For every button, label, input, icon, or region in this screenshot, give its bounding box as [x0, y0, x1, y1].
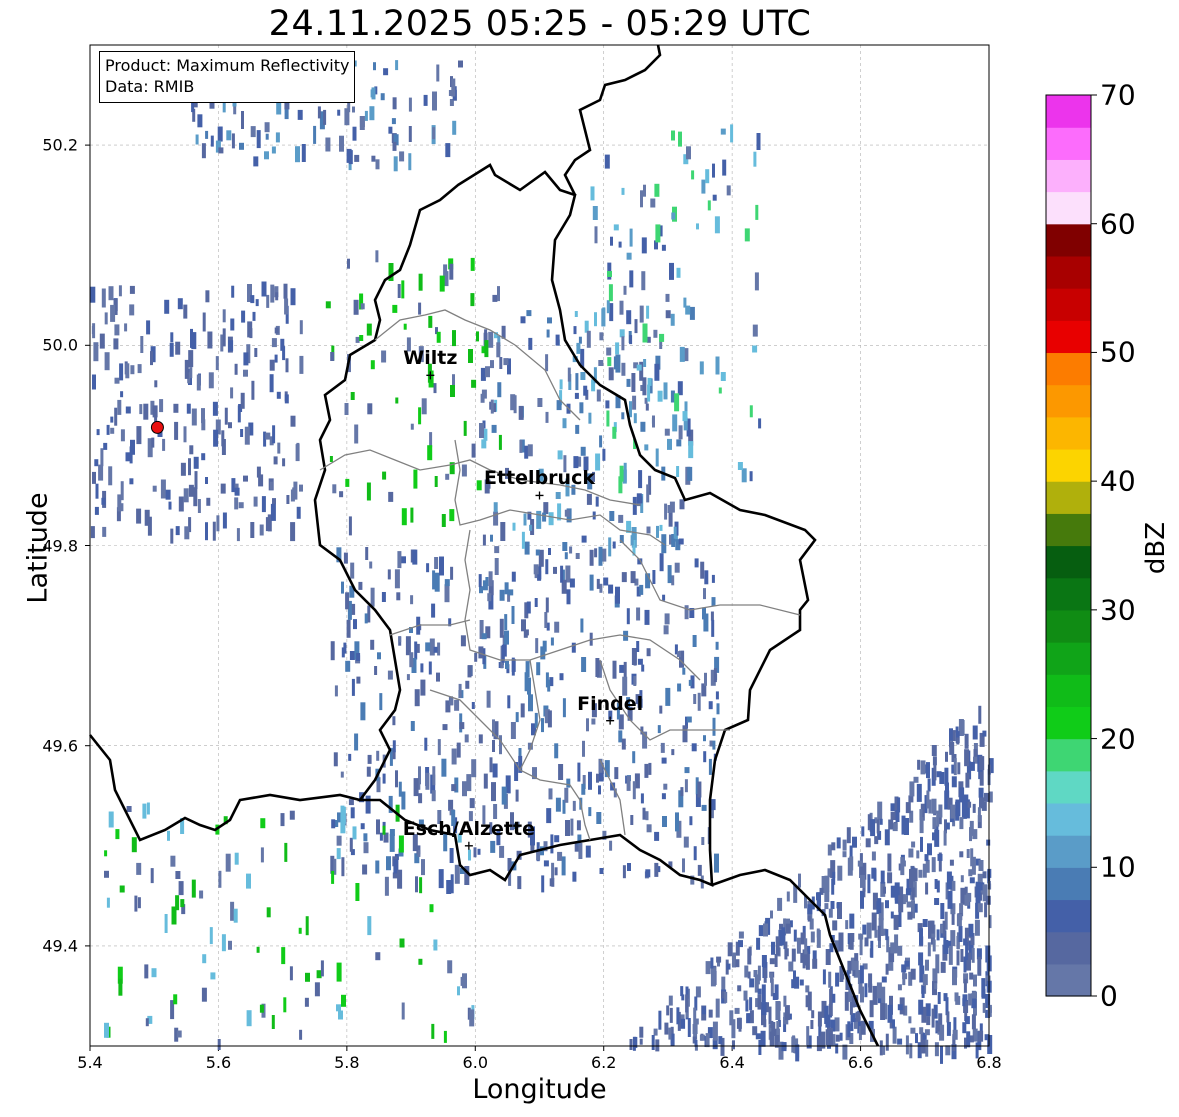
- colorbar-label: dBZ: [1141, 521, 1171, 575]
- colorbar-segment: [1046, 320, 1091, 354]
- colorbar-segment: [1046, 770, 1091, 804]
- x-tick-label: 6.4: [719, 1053, 745, 1072]
- x-tick-label: 6.0: [462, 1053, 489, 1072]
- colorbar-segment: [1046, 513, 1091, 547]
- y-axis-label: Latitude: [22, 492, 54, 604]
- colorbar-segment: [1046, 706, 1091, 740]
- colorbar-segment: [1046, 127, 1091, 160]
- x-axis-label: Longitude: [472, 1074, 607, 1105]
- colorbar-tick-label: 70: [1100, 78, 1136, 112]
- colorbar-tick-label: 0: [1100, 979, 1118, 1013]
- colorbar-segment: [1046, 577, 1091, 611]
- city-label: Findel: [577, 692, 644, 715]
- y-tick-label: 49.6: [42, 736, 78, 756]
- y-tick-label: 49.4: [42, 936, 78, 956]
- colorbar: [1045, 94, 1097, 997]
- colorbar-segment: [1046, 191, 1091, 225]
- product-label: Product: Maximum Reflectivity: [105, 56, 350, 75]
- colorbar-segment: [1046, 963, 1091, 997]
- data-source-label: Data: RMIB: [105, 77, 195, 96]
- colorbar-segment: [1046, 448, 1091, 482]
- colorbar-segment: [1046, 802, 1091, 836]
- colorbar-tick-marks: [1091, 94, 1097, 997]
- colorbar-tick-label: 40: [1100, 464, 1136, 498]
- city-label: Esch/Alzette: [402, 817, 535, 840]
- map-title: 24.11.2025 05:25 - 05:29 UTC: [268, 4, 812, 44]
- city-label: Wiltz: [403, 347, 458, 370]
- x-tick-label: 6.8: [976, 1053, 1002, 1072]
- colorbar-segment: [1046, 899, 1091, 933]
- colorbar-segment: [1046, 223, 1091, 257]
- colorbar-tick-label: 60: [1100, 207, 1136, 241]
- x-tick-label: 6.2: [590, 1053, 617, 1072]
- colorbar-tick-label: 10: [1100, 850, 1136, 884]
- city-label: Ettelbruck: [484, 467, 595, 490]
- x-tick-label: 6.6: [847, 1053, 874, 1072]
- colorbar-scale: [1046, 95, 1091, 997]
- colorbar-segment: [1046, 255, 1091, 289]
- colorbar-segment: [1046, 609, 1091, 643]
- y-tick-label: 50.0: [42, 335, 78, 355]
- colorbar-segment: [1046, 481, 1091, 514]
- colorbar-segment: [1046, 288, 1091, 321]
- colorbar-segment: [1046, 835, 1091, 868]
- x-tick-label: 5.8: [334, 1053, 360, 1072]
- colorbar-segment: [1046, 95, 1091, 128]
- colorbar-segment: [1046, 352, 1091, 386]
- colorbar-segment: [1046, 931, 1091, 965]
- colorbar-tick-label: 30: [1100, 593, 1136, 627]
- colorbar-segment: [1046, 674, 1091, 707]
- y-tick-label: 50.2: [42, 135, 78, 155]
- product-info-box: Product: Maximum Reflectivity Data: RMIB: [99, 51, 356, 103]
- colorbar-segment: [1046, 738, 1091, 772]
- colorbar-segment: [1046, 642, 1091, 675]
- colorbar-segment: [1046, 384, 1091, 418]
- x-tick-label: 5.4: [77, 1053, 103, 1072]
- x-tick-label: 5.6: [205, 1053, 232, 1072]
- colorbar-segment: [1046, 545, 1091, 579]
- colorbar-segment: [1046, 867, 1091, 901]
- colorbar-tick-label: 50: [1100, 335, 1136, 369]
- colorbar-segment: [1046, 159, 1091, 193]
- colorbar-tick-label: 20: [1100, 722, 1136, 756]
- colorbar-segment: [1046, 416, 1091, 450]
